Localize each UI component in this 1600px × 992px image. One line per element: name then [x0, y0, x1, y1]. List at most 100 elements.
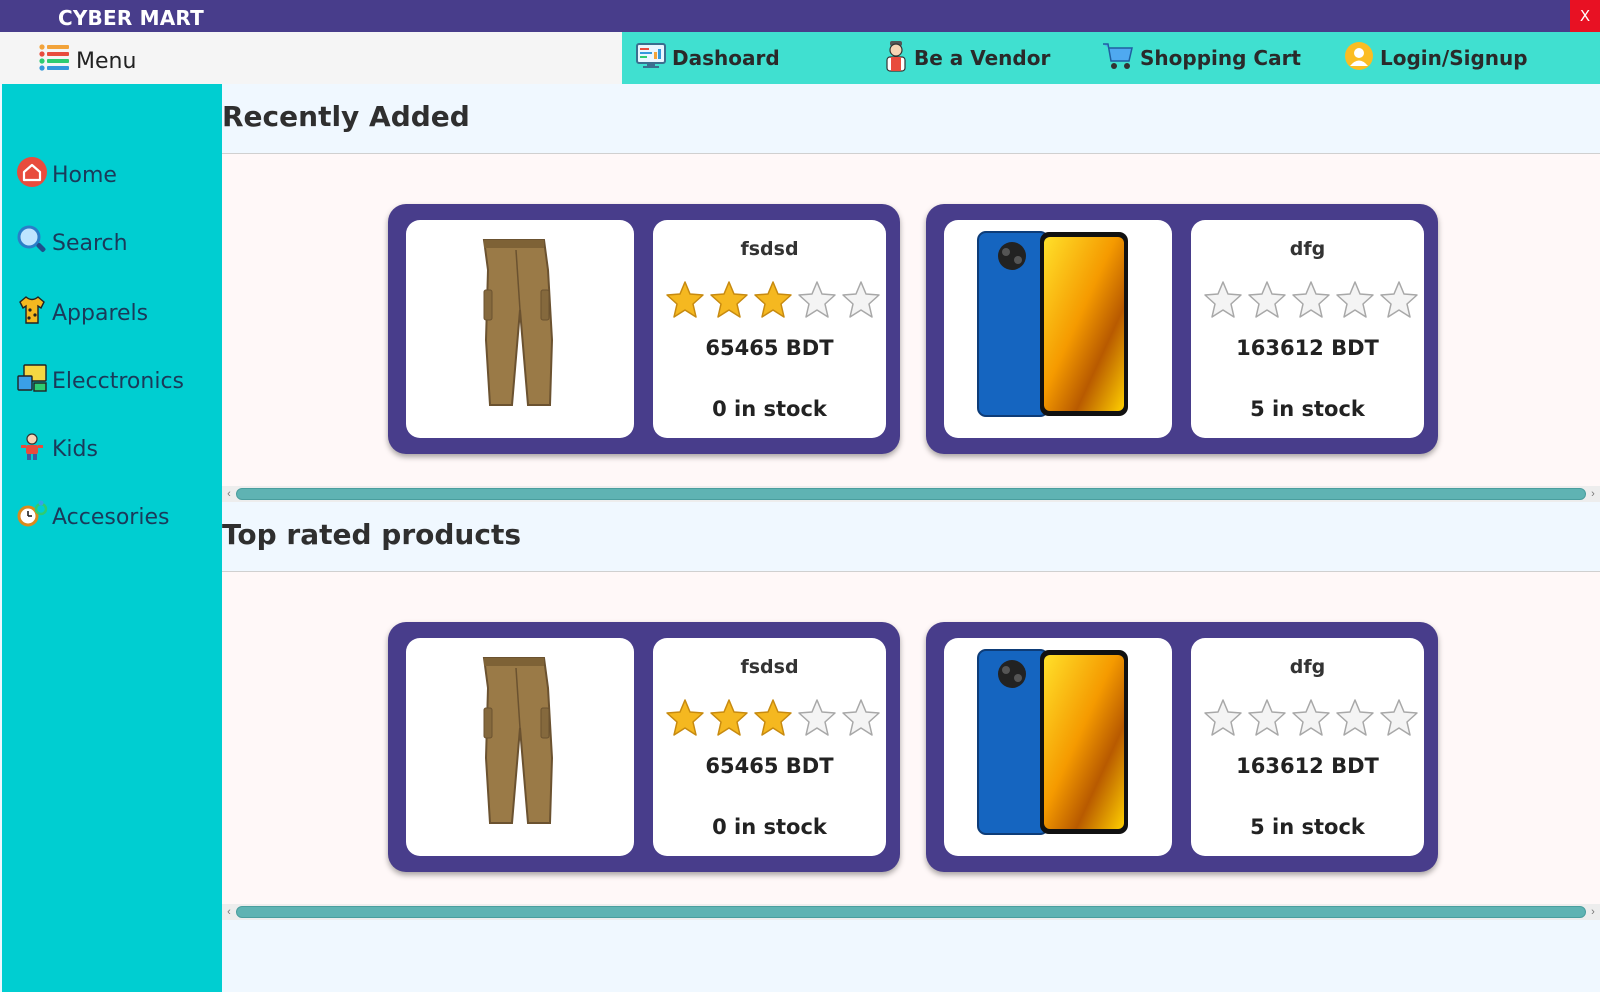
- user-icon: [1344, 41, 1374, 76]
- trousers-image: [482, 657, 554, 824]
- star-empty-icon: [1248, 699, 1286, 736]
- phone-image: [977, 231, 1128, 417]
- product-info: dfg 163612 BDT 5 in stock: [1191, 220, 1424, 438]
- vendor-icon: [884, 40, 908, 77]
- sidebar-item-label: Accesories: [52, 504, 170, 530]
- sidebar-item-label: Search: [52, 230, 128, 256]
- star-empty-icon: [842, 281, 880, 318]
- product-price: 163612 BDT: [1236, 336, 1379, 360]
- sidebar-item-electronics[interactable]: Elecctronics: [16, 362, 184, 400]
- nav-cart-label: Shopping Cart: [1140, 46, 1301, 70]
- star-filled-icon: [754, 281, 792, 318]
- product-name: dfg: [1289, 238, 1326, 260]
- product-price: 65465 BDT: [705, 754, 834, 778]
- top-rated-scroll-area: fsdsd 65465 BDT 0 in stock dfg 163612 BD…: [222, 572, 1600, 904]
- nav-be-a-vendor[interactable]: Be a Vendor: [884, 32, 1050, 84]
- star-empty-icon: [1204, 699, 1242, 736]
- close-button[interactable]: X: [1570, 0, 1600, 32]
- watch-icon: [16, 498, 48, 536]
- star-empty-icon: [842, 699, 880, 736]
- product-stock: 5 in stock: [1250, 815, 1365, 839]
- star-empty-icon: [1380, 281, 1418, 318]
- sidebar-item-label: Kids: [52, 436, 98, 462]
- cart-icon: [1102, 41, 1134, 76]
- rating-stars: [1203, 698, 1419, 738]
- top-nav: Dashoard Be a Vendor Shopping Cart Login…: [622, 32, 1600, 84]
- product-name: fsdsd: [740, 238, 799, 260]
- trousers-image: [482, 239, 554, 406]
- product-stock: 5 in stock: [1250, 397, 1365, 421]
- product-card[interactable]: dfg 163612 BDT 5 in stock: [926, 204, 1438, 454]
- sidebar-item-apparels[interactable]: Apparels: [16, 294, 148, 332]
- sidebar-item-home[interactable]: Home: [16, 156, 117, 194]
- star-empty-icon: [1292, 699, 1330, 736]
- kids-icon: [16, 430, 48, 468]
- electronics-icon: [16, 362, 48, 400]
- rating-stars: [665, 280, 881, 320]
- sidebar-item-label: Elecctronics: [52, 368, 184, 394]
- sidebar-item-label: Apparels: [52, 300, 149, 326]
- product-card[interactable]: dfg 163612 BDT 5 in stock: [926, 622, 1438, 872]
- scrollbar-thumb[interactable]: [236, 906, 1586, 918]
- rating-stars: [1203, 280, 1419, 320]
- star-filled-icon: [710, 699, 748, 736]
- star-empty-icon: [1336, 699, 1374, 736]
- section-title-top-rated: Top rated products: [222, 518, 521, 551]
- title-bar: CYBER MART X: [0, 0, 1600, 32]
- product-image-box: [406, 638, 634, 856]
- sidebar-item-label: Home: [52, 162, 117, 188]
- product-card[interactable]: fsdsd 65465 BDT 0 in stock: [388, 622, 900, 872]
- star-empty-icon: [1292, 281, 1330, 318]
- list-icon: [38, 42, 70, 80]
- product-image-box: [944, 638, 1172, 856]
- sidebar-item-kids[interactable]: Kids: [16, 430, 98, 468]
- menu-bar: Menu: [0, 32, 622, 84]
- product-stock: 0 in stock: [712, 815, 827, 839]
- star-empty-icon: [1336, 281, 1374, 318]
- product-image-box: [406, 220, 634, 438]
- menu-label: Menu: [76, 48, 137, 74]
- recently-added-scroll-area: fsdsd 65465 BDT 0 in stock dfg 163612 BD…: [222, 154, 1600, 486]
- product-name: dfg: [1289, 656, 1326, 678]
- scroll-left-icon[interactable]: ‹: [224, 904, 234, 920]
- star-filled-icon: [754, 699, 792, 736]
- star-filled-icon: [710, 281, 748, 318]
- star-empty-icon: [798, 281, 836, 318]
- nav-dashboard-label: Dashoard: [672, 46, 780, 70]
- phone-image: [977, 649, 1128, 835]
- horizontal-scrollbar[interactable]: ‹ ›: [222, 904, 1600, 920]
- sidebar-item-accessories[interactable]: Accesories: [16, 498, 169, 536]
- sidebar: Home Search Apparels Elecctronics Kids A…: [2, 84, 222, 992]
- nav-login-signup[interactable]: Login/Signup: [1344, 32, 1528, 84]
- product-price: 163612 BDT: [1236, 754, 1379, 778]
- product-stock: 0 in stock: [712, 397, 827, 421]
- product-info: fsdsd 65465 BDT 0 in stock: [653, 220, 886, 438]
- nav-shopping-cart[interactable]: Shopping Cart: [1102, 32, 1301, 84]
- dashboard-icon: [636, 42, 666, 74]
- star-empty-icon: [1204, 281, 1242, 318]
- app-title: CYBER MART: [58, 6, 204, 30]
- star-empty-icon: [798, 699, 836, 736]
- product-name: fsdsd: [740, 656, 799, 678]
- horizontal-scrollbar[interactable]: ‹ ›: [222, 486, 1600, 502]
- star-filled-icon: [666, 281, 704, 318]
- star-filled-icon: [666, 699, 704, 736]
- star-empty-icon: [1380, 699, 1418, 736]
- sidebar-item-search[interactable]: Search: [16, 224, 128, 262]
- menu-button[interactable]: Menu: [38, 42, 136, 80]
- scroll-left-icon[interactable]: ‹: [224, 486, 234, 502]
- nav-login-label: Login/Signup: [1380, 46, 1528, 70]
- star-empty-icon: [1248, 281, 1286, 318]
- rating-stars: [665, 698, 881, 738]
- search-icon: [16, 224, 48, 262]
- shirt-icon: [16, 294, 48, 332]
- scroll-right-icon[interactable]: ›: [1588, 486, 1598, 502]
- nav-dashboard[interactable]: Dashoard: [636, 32, 780, 84]
- scrollbar-thumb[interactable]: [236, 488, 1586, 500]
- nav-vendor-label: Be a Vendor: [914, 46, 1051, 70]
- product-image-box: [944, 220, 1172, 438]
- product-info: fsdsd 65465 BDT 0 in stock: [653, 638, 886, 856]
- product-card[interactable]: fsdsd 65465 BDT 0 in stock: [388, 204, 900, 454]
- scroll-right-icon[interactable]: ›: [1588, 904, 1598, 920]
- product-price: 65465 BDT: [705, 336, 834, 360]
